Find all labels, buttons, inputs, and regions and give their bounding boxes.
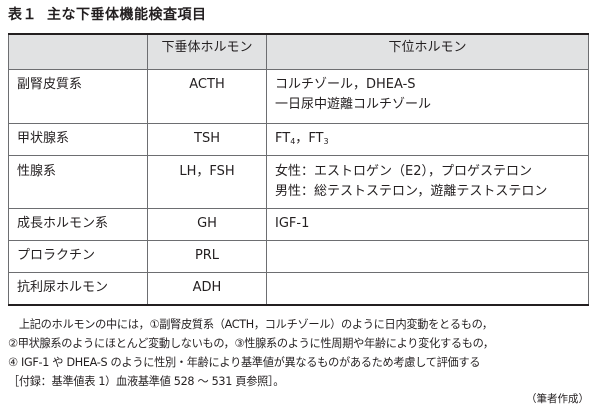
- ft3-base: FT: [308, 131, 324, 146]
- downstream-line: 女性：エストロゲン（E2），プロゲステロン: [275, 164, 532, 179]
- pituitary-cell: PRL: [147, 240, 267, 273]
- pituitary-cell: ACTH: [147, 69, 267, 124]
- pituitary-cell: LH，FSH: [147, 155, 267, 209]
- ft3-subscript: 3: [323, 137, 329, 146]
- downstream-line: 一日尿中遊離コルチゾール: [275, 97, 432, 112]
- footnote-line: 上記のホルモンの中には，①副腎皮質系（ACTH，コルチゾール）のように日内変動を…: [8, 318, 493, 331]
- table-number: 表１: [8, 7, 37, 23]
- ft-separator: ，: [295, 131, 309, 146]
- downstream-cell: IGF-1: [266, 208, 589, 241]
- system-cell: プロラクチン: [8, 240, 148, 273]
- downstream-cell: 女性：エストロゲン（E2），プロゲステロン 男性：総テストステロン，遊離テストス…: [266, 155, 589, 209]
- table-row: 副腎皮質系 ACTH コルチゾール，DHEA-S 一日尿中遊離コルチゾール: [8, 69, 589, 124]
- system-cell: 抗利尿ホルモン: [8, 272, 148, 306]
- table-title-text: 主な下垂体機能検査項目: [47, 7, 207, 23]
- author-credit: （筆者作成）: [526, 393, 589, 405]
- table-title: 表１ 主な下垂体機能検査項目: [8, 4, 207, 24]
- downstream-line: コルチゾール，DHEA-S: [275, 77, 416, 92]
- downstream-cell: [266, 272, 589, 306]
- downstream-cell: FT4，FT3: [266, 123, 589, 156]
- table-row: 甲状腺系 TSH FT4，FT3: [8, 123, 589, 156]
- footnote-line: ②甲状腺系のようにほとんど変動しないもの，③性腺系のように性周期や年齢により変化…: [8, 337, 494, 350]
- pituitary-cell: GH: [147, 208, 267, 241]
- system-cell: 性腺系: [8, 155, 148, 209]
- header-pituitary: 下垂体ホルモン: [147, 33, 267, 70]
- footnote-line: ④ IGF-1 や DHEA-S のように性別・年齢により基準値が異なるものがあ…: [8, 356, 481, 369]
- table-row: プロラクチン PRL: [8, 240, 589, 273]
- table-header-row: 下垂体ホルモン 下位ホルモン: [8, 33, 589, 70]
- pituitary-cell: TSH: [147, 123, 267, 156]
- downstream-line: IGF-1: [275, 216, 310, 231]
- table-footnote: 上記のホルモンの中には，①副腎皮質系（ACTH，コルチゾール）のように日内変動を…: [8, 315, 597, 391]
- table-row: 抗利尿ホルモン ADH: [8, 272, 589, 306]
- footnote-line: ［付録：基準値表 1）血液基準値 528 ～ 531 頁参照］。: [8, 375, 285, 388]
- table-row: 性腺系 LH，FSH 女性：エストロゲン（E2），プロゲステロン 男性：総テスト…: [8, 155, 589, 209]
- system-cell: 副腎皮質系: [8, 69, 148, 124]
- hormone-table: 下垂体ホルモン 下位ホルモン 副腎皮質系 ACTH コルチゾール，DHEA-S …: [8, 33, 589, 306]
- system-cell: 成長ホルモン系: [8, 208, 148, 241]
- downstream-cell: コルチゾール，DHEA-S 一日尿中遊離コルチゾール: [266, 69, 589, 124]
- downstream-line: 男性：総テストステロン，遊離テストステロン: [275, 184, 548, 199]
- ft4-base: FT: [275, 131, 291, 146]
- system-cell: 甲状腺系: [8, 123, 148, 156]
- pituitary-cell: ADH: [147, 272, 267, 306]
- header-system: [8, 33, 148, 70]
- table-row: 成長ホルモン系 GH IGF-1: [8, 208, 589, 241]
- thyroid-hormone-line: FT4，FT3: [275, 129, 580, 149]
- downstream-cell: [266, 240, 589, 273]
- header-downstream: 下位ホルモン: [266, 33, 589, 70]
